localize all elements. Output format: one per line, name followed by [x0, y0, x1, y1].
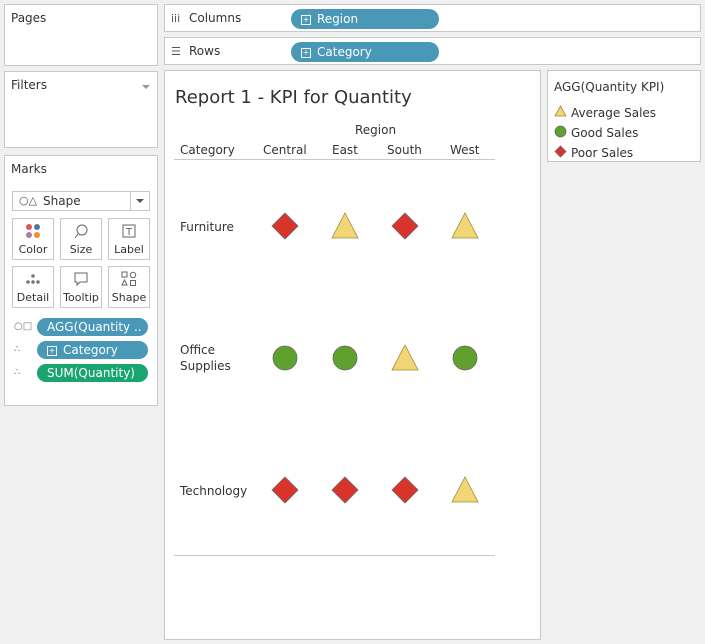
legend-item-label: Good Sales	[571, 126, 639, 140]
diamond-icon	[554, 145, 567, 158]
legend-item-label: Average Sales	[571, 106, 657, 120]
kpi-mark-triangle[interactable]	[451, 212, 479, 244]
worksheet-view[interactable]: Report 1 - KPI for Quantity Region Categ…	[164, 70, 541, 640]
marks-title: Marks	[11, 162, 47, 176]
detail-button[interactable]: Detail	[12, 266, 54, 308]
shape-icon: ○△	[19, 194, 38, 207]
category-label-text: Office Supplies	[180, 343, 231, 373]
expand-icon[interactable]: +	[47, 346, 57, 356]
columns-label-text: Columns	[189, 11, 242, 25]
pill-label: Region	[317, 12, 359, 26]
category-label: Office Supplies	[180, 342, 231, 374]
rows-icon: ☰	[171, 45, 181, 58]
columns-icon: iii	[171, 12, 181, 25]
filters-title: Filters	[11, 78, 47, 92]
header-divider	[174, 159, 495, 160]
kpi-mark-circle[interactable]	[272, 345, 298, 375]
kpi-mark-diamond[interactable]	[271, 212, 299, 244]
category-label: Technology	[180, 484, 248, 498]
chevron-down-icon[interactable]	[130, 192, 149, 210]
tooltip-icon	[61, 271, 101, 287]
shape-legend[interactable]: AGG(Quantity KPI) Average Sales Good Sale…	[547, 70, 701, 162]
detail-label: Detail	[16, 291, 50, 304]
kpi-mark-diamond[interactable]	[391, 476, 419, 508]
size-button[interactable]: Size	[60, 218, 102, 260]
kpi-mark-triangle[interactable]	[331, 212, 359, 244]
kpi-mark-circle[interactable]	[332, 345, 358, 375]
sum-quantity-pill[interactable]: SUM(Quantity)	[37, 364, 148, 382]
pill-label: Category	[317, 45, 372, 59]
legend-title: AGG(Quantity KPI)	[554, 80, 665, 94]
legend-item-label: Poor Sales	[571, 146, 634, 160]
filters-menu-icon[interactable]	[142, 85, 150, 89]
pill-label: AGG(Quantity ..	[47, 320, 142, 334]
shape-icon: ○□	[14, 321, 33, 332]
size-icon	[61, 223, 101, 239]
expand-icon[interactable]: +	[301, 48, 311, 58]
color-label: Color	[18, 243, 48, 256]
column-field-header: Region	[355, 123, 397, 137]
mark-type-value: Shape	[43, 194, 81, 208]
tooltip-button[interactable]: Tooltip	[60, 266, 102, 308]
region-header: East	[332, 143, 358, 157]
category-label: Furniture	[180, 220, 234, 234]
triangle-icon	[554, 105, 567, 117]
pill-label: SUM(Quantity)	[47, 366, 135, 380]
row-field-header: Category	[180, 143, 235, 157]
columns-shelf[interactable]: iii Columns + Region	[164, 4, 701, 32]
color-button[interactable]: Color	[12, 218, 54, 260]
region-header: Central	[263, 143, 307, 157]
kpi-mark-diamond[interactable]	[331, 476, 359, 508]
circle-icon	[554, 125, 567, 138]
region-header: South	[387, 143, 422, 157]
detail-icon	[13, 271, 53, 287]
size-label: Size	[69, 243, 93, 256]
svg-text:T: T	[125, 227, 133, 238]
mark-type-dropdown[interactable]: ○△ Shape	[12, 191, 150, 211]
filters-card[interactable]: Filters	[4, 71, 158, 148]
marks-card: Marks ○△ Shape Color Size T Label Detail…	[4, 155, 158, 406]
rows-label-text: Rows	[189, 44, 221, 58]
kpi-mark-diamond[interactable]	[271, 476, 299, 508]
pages-title: Pages	[11, 11, 47, 25]
pill-label: Category	[63, 343, 118, 357]
detail-icon: ∴	[14, 344, 21, 355]
region-pill[interactable]: + Region	[291, 9, 439, 29]
footer-divider	[174, 555, 495, 556]
kpi-mark-triangle[interactable]	[451, 476, 479, 508]
agg-quantity-kpi-pill[interactable]: AGG(Quantity ..	[37, 318, 148, 336]
worksheet-title: Report 1 - KPI for Quantity	[175, 87, 412, 108]
pages-card[interactable]: Pages	[4, 4, 158, 66]
label-label: Label	[114, 243, 144, 256]
shape-icon	[109, 271, 149, 287]
kpi-mark-triangle[interactable]	[391, 344, 419, 376]
category-pill[interactable]: + Category	[291, 42, 439, 62]
shape-button[interactable]: Shape	[108, 266, 150, 308]
region-header: West	[450, 143, 480, 157]
expand-icon[interactable]: +	[301, 15, 311, 25]
columns-label: iii Columns	[171, 11, 241, 25]
shape-label: Shape	[111, 291, 147, 304]
rows-label: ☰ Rows	[171, 44, 220, 58]
detail-icon: ∴	[14, 367, 21, 378]
kpi-mark-circle[interactable]	[452, 345, 478, 375]
rows-shelf[interactable]: ☰ Rows + Category	[164, 37, 701, 65]
text-icon: T	[109, 223, 149, 239]
label-button[interactable]: T Label	[108, 218, 150, 260]
color-icon	[13, 223, 53, 239]
kpi-mark-diamond[interactable]	[391, 212, 419, 244]
tooltip-label: Tooltip	[63, 291, 99, 304]
category-pill[interactable]: + Category	[37, 341, 148, 359]
